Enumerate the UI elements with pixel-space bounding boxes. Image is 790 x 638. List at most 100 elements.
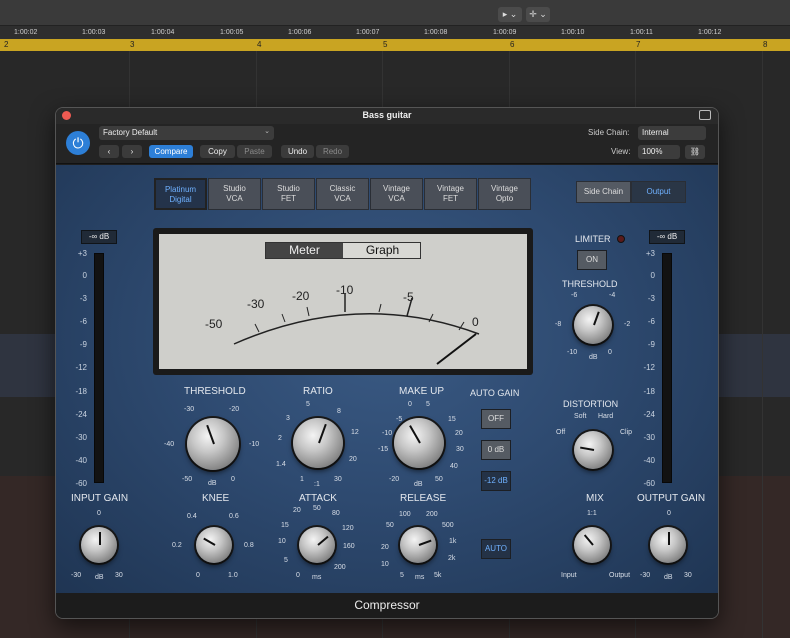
auto-gain-minus12-button[interactable]: -12 dB [481, 471, 511, 491]
timecode: 1:00:03 [82, 29, 106, 36]
redo-button[interactable]: Redo [316, 145, 349, 158]
model-studio-fet[interactable]: Studio FET [262, 178, 315, 210]
scale-label: -6 [647, 317, 655, 326]
tick-label: 0.8 [244, 542, 254, 549]
distortion-label: DISTORTION [563, 399, 619, 409]
ratio-knob[interactable] [293, 418, 343, 468]
scale-label: +3 [77, 249, 87, 258]
output-gain-knob[interactable] [650, 527, 686, 563]
link-icon: ⛓ [689, 147, 701, 156]
tick-label: 5k [434, 572, 442, 579]
window-mode-icon[interactable] [699, 110, 711, 120]
limiter-threshold-knob[interactable] [574, 306, 612, 344]
paste-button[interactable]: Paste [237, 145, 272, 158]
timecode: 1:00:02 [14, 29, 38, 36]
next-preset-button[interactable]: › [122, 145, 142, 158]
auto-release-button[interactable]: AUTO [481, 539, 511, 559]
model-label: Platinum [164, 185, 197, 194]
tick-label: 20 [381, 544, 389, 551]
timecode-ruler[interactable]: 1:00:02 1:00:03 1:00:04 1:00:05 1:00:06 … [0, 26, 790, 39]
model-vintage-opto[interactable]: Vintage Opto [478, 178, 531, 210]
tick-label: -10 [249, 441, 260, 448]
auto-gain-0db-button[interactable]: 0 dB [481, 440, 511, 460]
tick-label: Input [561, 572, 577, 579]
copy-button[interactable]: Copy [200, 145, 235, 158]
timecode: 1:00:05 [220, 29, 244, 36]
threshold-knob[interactable] [187, 418, 239, 470]
model-label: FET [280, 194, 297, 203]
plugin-header: ⏻ Factory Default ⌄ ‹ › Compare Copy Past… [56, 124, 718, 164]
model-vintage-vca[interactable]: Vintage VCA [370, 178, 423, 210]
distortion-knob[interactable] [574, 431, 612, 469]
tick-label: 1:1 [587, 510, 597, 517]
attack-label: ATTACK [299, 493, 337, 504]
release-knob[interactable] [400, 527, 436, 563]
tick-label: 1 [300, 476, 304, 483]
link-button[interactable]: ⛓ [685, 145, 705, 159]
model-studio-vca[interactable]: Studio VCA [208, 178, 261, 210]
makeup-knob[interactable] [394, 418, 444, 468]
threshold-label: THRESHOLD [184, 386, 246, 397]
mix-label: MIX [586, 493, 604, 504]
preset-label: Factory Default [103, 128, 158, 137]
mix-knob[interactable] [574, 527, 610, 563]
tick-label: 30 [684, 572, 692, 579]
auto-gain-label: AUTO GAIN [470, 388, 520, 398]
tick-label: 15 [281, 522, 289, 529]
scale-label: -60 [75, 479, 87, 488]
pointer-tool-menu[interactable]: ▸ ⌄ [498, 7, 522, 22]
input-gain-knob[interactable] [81, 527, 117, 563]
timecode: 1:00:07 [356, 29, 380, 36]
knee-knob[interactable] [196, 527, 232, 563]
output-tab[interactable]: Output [631, 181, 686, 203]
makeup-label: MAKE UP [399, 386, 445, 397]
model-classic-vca[interactable]: Classic VCA [316, 178, 369, 210]
tick-label: ms [415, 574, 425, 581]
undo-button[interactable]: Undo [281, 145, 314, 158]
tick-label: 30 [334, 476, 342, 483]
tick-label: 2 [278, 435, 282, 442]
tick-label: dB [664, 574, 673, 581]
cycle-region[interactable]: 2 3 4 5 6 7 8 [0, 39, 790, 51]
output-gain-label: OUTPUT GAIN [637, 493, 706, 504]
scale-label: -18 [75, 387, 87, 396]
model-platinum-digital[interactable]: Platinum Digital [154, 178, 207, 210]
model-label: Studio [277, 184, 300, 193]
scale-label: -9 [79, 340, 87, 349]
tick-label: -4 [609, 292, 616, 299]
previous-preset-button[interactable]: ‹ [99, 145, 119, 158]
compressor-plugin-window: Bass guitar ⏻ Factory Default ⌄ ‹ › Compa… [55, 107, 719, 619]
tick-label: dB [414, 481, 423, 488]
scale-label: -60 [643, 479, 655, 488]
tick-label: 20 [349, 456, 357, 463]
scale-label: -12 [75, 363, 87, 372]
attack-knob[interactable] [299, 527, 335, 563]
compare-button[interactable]: Compare [149, 145, 193, 158]
scale-label: -6 [79, 317, 87, 326]
tick-label: 5 [400, 572, 404, 579]
secondary-tool-menu[interactable]: ✛ ⌄ [526, 7, 550, 22]
side-chain-menu[interactable]: Internal [638, 126, 706, 140]
tick-label: 500 [442, 522, 454, 529]
limiter-on-button[interactable]: ON [577, 250, 607, 270]
power-button[interactable]: ⏻ [66, 131, 90, 155]
tick-label: -30 [71, 572, 82, 579]
tick-label: -50 [182, 476, 193, 483]
tick-label: 120 [342, 525, 354, 532]
preset-menu[interactable]: Factory Default ⌄ [99, 126, 274, 140]
input-level-readout: -∞ dB [81, 230, 117, 244]
meter-scale-label: -50 [205, 317, 223, 331]
title-bar[interactable]: Bass guitar [56, 108, 718, 124]
tick-label: 30 [456, 446, 464, 453]
tick-label: -10 [567, 349, 578, 356]
scale-label: -40 [75, 456, 87, 465]
side-chain-tab[interactable]: Side Chain [576, 181, 631, 203]
view-zoom-menu[interactable]: 100% [638, 145, 680, 159]
output-level-readout: -∞ dB [649, 230, 685, 244]
model-label: Opto [495, 194, 514, 203]
tick-label: 0.2 [172, 542, 182, 549]
view-label: View: [611, 147, 631, 156]
model-vintage-fet[interactable]: Vintage FET [424, 178, 477, 210]
tick-label: 8 [337, 408, 341, 415]
auto-gain-off-button[interactable]: OFF [481, 409, 511, 429]
